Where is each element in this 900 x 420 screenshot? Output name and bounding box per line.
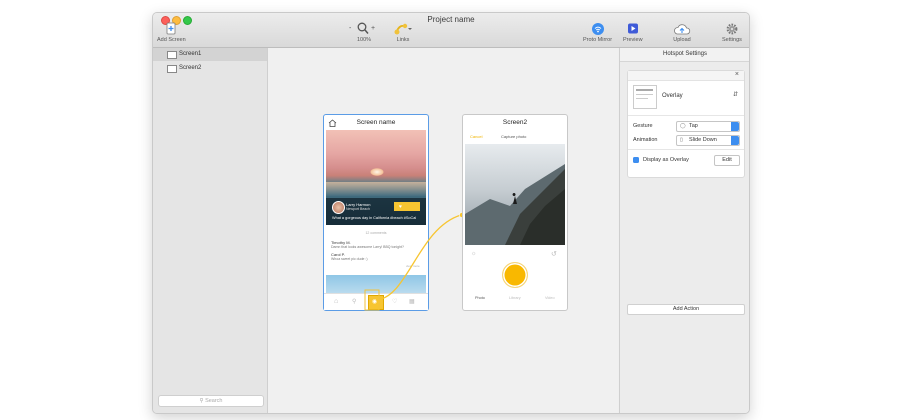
zoom-level: 100% xyxy=(356,37,372,43)
sidebar-item-screen1[interactable]: Screen1 xyxy=(153,48,267,61)
transition-type-stepper[interactable]: ⇵ xyxy=(733,91,738,98)
screen2-title: Screen2 xyxy=(502,119,528,126)
links-icon xyxy=(394,23,412,35)
play-icon xyxy=(627,23,638,34)
add-action-button[interactable]: Add Action xyxy=(627,304,745,315)
wifi-icon xyxy=(591,23,604,35)
chevron-updown-icon xyxy=(731,122,739,131)
transition-type-label: Overlay xyxy=(662,93,683,99)
screens-sidebar: Screen1 Screen2 ⚲ Search xyxy=(153,48,268,413)
capture-title: Capture photo xyxy=(501,134,527,139)
zoom-magnifier-icon xyxy=(357,22,369,34)
upload-button[interactable]: Upload xyxy=(673,22,691,43)
animation-value: Slide Down xyxy=(689,137,717,143)
screen2-artboard[interactable]: Screen2 Cancel Capture photo ☼ ↺ Photo L… xyxy=(462,114,568,311)
sidebar-item-label: Screen2 xyxy=(179,65,202,71)
gear-icon xyxy=(726,23,738,35)
upload-label: Upload xyxy=(673,37,691,43)
camera-preview-photo xyxy=(465,144,565,245)
hotspot-settings-panel: Hotspot Settings × Overlay ⇵ Gesture ◯ T… xyxy=(619,48,749,413)
preview-label: Preview xyxy=(623,37,643,43)
gesture-value: Tap xyxy=(689,123,698,129)
shutter-button[interactable] xyxy=(502,262,528,288)
gesture-label: Gesture xyxy=(633,123,653,129)
design-canvas[interactable]: Screen name Larry Harmon Newport Beach ♥… xyxy=(268,48,618,413)
chevron-updown-icon xyxy=(731,136,739,145)
animation-label: Animation xyxy=(633,137,658,143)
settings-button[interactable]: Settings xyxy=(722,22,742,43)
zoom-out-button[interactable]: - xyxy=(349,25,351,32)
display-overlay-label: Display as Overlay xyxy=(643,157,689,163)
close-action-button[interactable]: × xyxy=(735,71,739,78)
overlay-transition-thumbnail xyxy=(633,85,657,109)
proto-mirror-label: Proto Mirror xyxy=(583,37,613,43)
app-window: Project name Add Screen - + 100% Links P… xyxy=(152,12,750,414)
search-icon: ⚲ xyxy=(199,398,204,404)
settings-label: Settings xyxy=(722,37,742,43)
toolbar: Project name Add Screen - + 100% Links P… xyxy=(153,13,749,48)
zoom-in-button[interactable]: + xyxy=(371,25,375,32)
slide-down-icon: ▯ xyxy=(680,137,683,143)
tab-video[interactable]: Video xyxy=(545,296,555,300)
gesture-select[interactable]: ◯ Tap xyxy=(676,121,740,132)
preview-button[interactable]: Preview xyxy=(623,22,643,43)
sidebar-item-screen2[interactable]: Screen2 xyxy=(153,62,267,75)
zoom-control: - + 100% xyxy=(349,22,379,43)
checkmark-icon xyxy=(633,165,639,170)
window-title: Project name xyxy=(427,15,475,24)
tap-icon: ◯ xyxy=(680,123,686,129)
flash-icon[interactable]: ☼ xyxy=(471,251,477,257)
cancel-button[interactable]: Cancel xyxy=(470,134,482,139)
cloud-upload-icon xyxy=(674,24,691,35)
tab-photo[interactable]: Photo xyxy=(475,296,485,300)
proto-mirror-button[interactable]: Proto Mirror xyxy=(583,22,612,43)
screen-thumbnail-icon xyxy=(167,51,177,59)
panel-title: Hotspot Settings xyxy=(620,48,749,62)
flip-camera-icon[interactable]: ↺ xyxy=(551,250,557,258)
links-button[interactable]: Links xyxy=(394,22,412,43)
hotspot-action-card: × Overlay ⇵ Gesture ◯ Tap Animation ▯ Sl… xyxy=(627,70,745,178)
search-placeholder: Search xyxy=(205,398,223,404)
animation-select[interactable]: ▯ Slide Down xyxy=(676,135,740,146)
edit-button[interactable]: Edit xyxy=(714,155,740,166)
add-screen-icon xyxy=(166,22,176,35)
tab-library[interactable]: Library xyxy=(509,296,521,300)
search-input[interactable]: ⚲ Search xyxy=(158,395,264,407)
screen-thumbnail-icon xyxy=(167,65,177,73)
add-screen-label: Add Screen xyxy=(157,37,186,43)
add-screen-button[interactable]: Add Screen xyxy=(157,22,186,43)
sidebar-item-label: Screen1 xyxy=(179,51,202,57)
links-label: Links xyxy=(396,37,410,43)
display-overlay-checkbox[interactable] xyxy=(633,157,639,170)
